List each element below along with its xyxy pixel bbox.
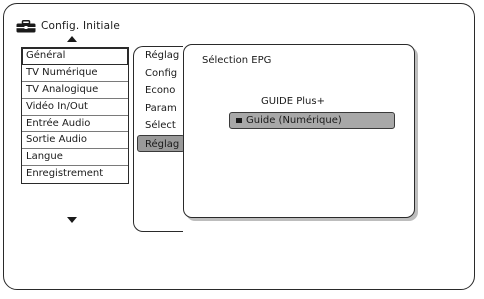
sub-menu: Réglag Config Econo Param Sélect Réglag (133, 47, 185, 152)
settings-screen: Config. Initiale Général TV Numérique TV… (0, 0, 484, 299)
selected-bullet-icon (236, 118, 242, 123)
menu-item-general[interactable]: Général (22, 48, 128, 65)
option-guide-numerique[interactable]: Guide (Numérique) (229, 112, 395, 129)
toolbox-icon (16, 19, 36, 33)
submenu-item[interactable]: Sélect (133, 117, 185, 135)
submenu-item[interactable]: Econo (133, 82, 185, 100)
page-title: Config. Initiale (41, 20, 121, 32)
submenu-item[interactable]: Réglag (133, 47, 185, 65)
header: Config. Initiale (16, 17, 120, 35)
scroll-down-arrow-icon[interactable] (67, 217, 77, 223)
menu-item-tv-numerique[interactable]: TV Numérique (22, 65, 128, 82)
panel-title: Sélection EPG (202, 55, 272, 66)
main-menu: Général TV Numérique TV Analogique Vidéo… (21, 47, 129, 185)
menu-item-entree-audio[interactable]: Entrée Audio (22, 116, 128, 133)
menu-item-sortie-audio[interactable]: Sortie Audio (22, 132, 128, 150)
submenu-item[interactable]: Config (133, 65, 185, 83)
epg-selection-panel: Sélection EPG GUIDE Plus+ Guide (Numériq… (183, 44, 415, 218)
menu-item-enregistrement[interactable]: Enregistrement (22, 166, 128, 183)
submenu-item-highlighted[interactable]: Réglag (137, 134, 185, 152)
option-guide-plus[interactable]: GUIDE Plus+ (261, 96, 325, 107)
option-label: Guide (Numérique) (246, 115, 342, 126)
menu-item-tv-analogique[interactable]: TV Analogique (22, 82, 128, 99)
submenu-item[interactable]: Param (133, 100, 185, 118)
menu-item-video-in-out[interactable]: Vidéo In/Out (22, 99, 128, 116)
menu-item-langue[interactable]: Langue (22, 149, 128, 167)
scroll-up-arrow-icon[interactable] (67, 36, 77, 42)
